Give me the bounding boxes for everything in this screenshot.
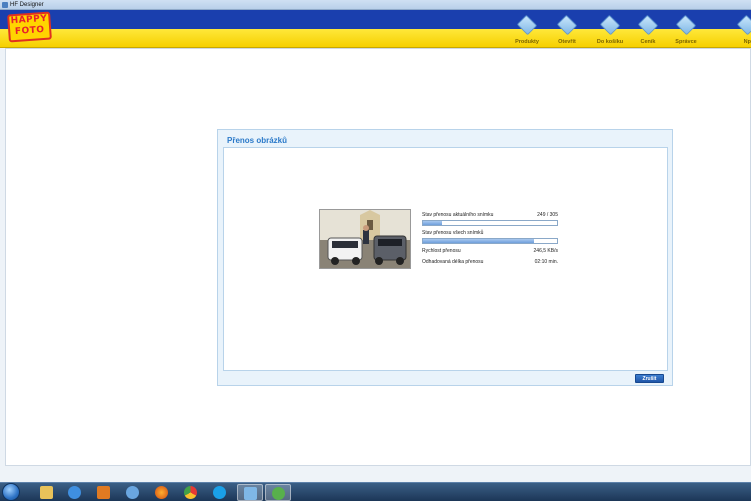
- internet-explorer-icon[interactable]: [62, 484, 88, 501]
- products-icon: [516, 14, 538, 36]
- all-row: Stav přenosu všech snímků: [422, 229, 558, 237]
- eta-row: Odhadovaná délka přenosu 02:10 min.: [422, 258, 558, 266]
- nav-do-kosiku[interactable]: Do košíku: [591, 14, 629, 48]
- photo-thumbnail: [319, 209, 411, 269]
- dialog-body: Stav přenosu aktuálního snímku 249 / 305…: [223, 147, 668, 371]
- pricelist-icon: [637, 14, 659, 36]
- firefox-icon[interactable]: [149, 484, 175, 501]
- taskbar: [0, 482, 751, 501]
- nav-np[interactable]: Np: [726, 15, 751, 48]
- transfer-stats: Stav přenosu aktuálního snímku 249 / 305…: [422, 211, 558, 266]
- app-icon: [2, 1, 8, 8]
- current-progress-bar: [422, 220, 558, 226]
- explorer-icon[interactable]: [34, 484, 60, 501]
- cancel-button[interactable]: Zrušit: [635, 374, 664, 383]
- eta-value: 02:10 min.: [534, 259, 558, 265]
- manager-icon: [675, 14, 697, 36]
- window-title: HF Designer: [10, 1, 44, 8]
- happy-foto-logo: HAPPY FOTO: [7, 11, 52, 43]
- speed-value: 246,5 KB/s: [533, 248, 558, 254]
- window-titlebar: HF Designer: [0, 0, 751, 10]
- help-icon: [736, 15, 751, 36]
- speed-row: Rychlost přenosu 246,5 KB/s: [422, 247, 558, 255]
- all-progress-fill: [423, 239, 535, 243]
- app-header: HAPPY FOTO Produkty Otevřít Do košíku Ce…: [0, 10, 751, 48]
- app-icon[interactable]: [120, 484, 146, 501]
- all-label: Stav přenosu všech snímků: [422, 230, 484, 236]
- nav-spravce[interactable]: Správce: [667, 14, 705, 48]
- open-icon: [556, 14, 578, 36]
- start-icon[interactable]: [2, 483, 20, 501]
- current-value: 249 / 305: [537, 212, 558, 218]
- current-row: Stav přenosu aktuálního snímku 249 / 305: [422, 211, 558, 219]
- current-label: Stav přenosu aktuálního snímku: [422, 212, 494, 218]
- dialog-title: Přenos obrázků: [227, 136, 288, 145]
- hf-designer-icon[interactable]: [237, 484, 263, 501]
- nav-cenik[interactable]: Ceník: [629, 14, 667, 48]
- chrome-icon[interactable]: [178, 484, 204, 501]
- nav-otevrit[interactable]: Otevřít: [548, 14, 586, 48]
- current-progress-fill: [423, 221, 442, 225]
- speed-label: Rychlost přenosu: [422, 248, 461, 254]
- skype-icon[interactable]: [207, 484, 233, 501]
- nav-produkty[interactable]: Produkty: [508, 14, 546, 48]
- cart-icon: [599, 14, 621, 36]
- network-icon[interactable]: [265, 484, 291, 501]
- transfer-dialog: Přenos obrázků Stav přenosu aktuálního s…: [217, 129, 673, 386]
- media-player-icon[interactable]: [91, 484, 117, 501]
- all-progress-bar: [422, 238, 558, 244]
- eta-label: Odhadovaná délka přenosu: [422, 259, 484, 265]
